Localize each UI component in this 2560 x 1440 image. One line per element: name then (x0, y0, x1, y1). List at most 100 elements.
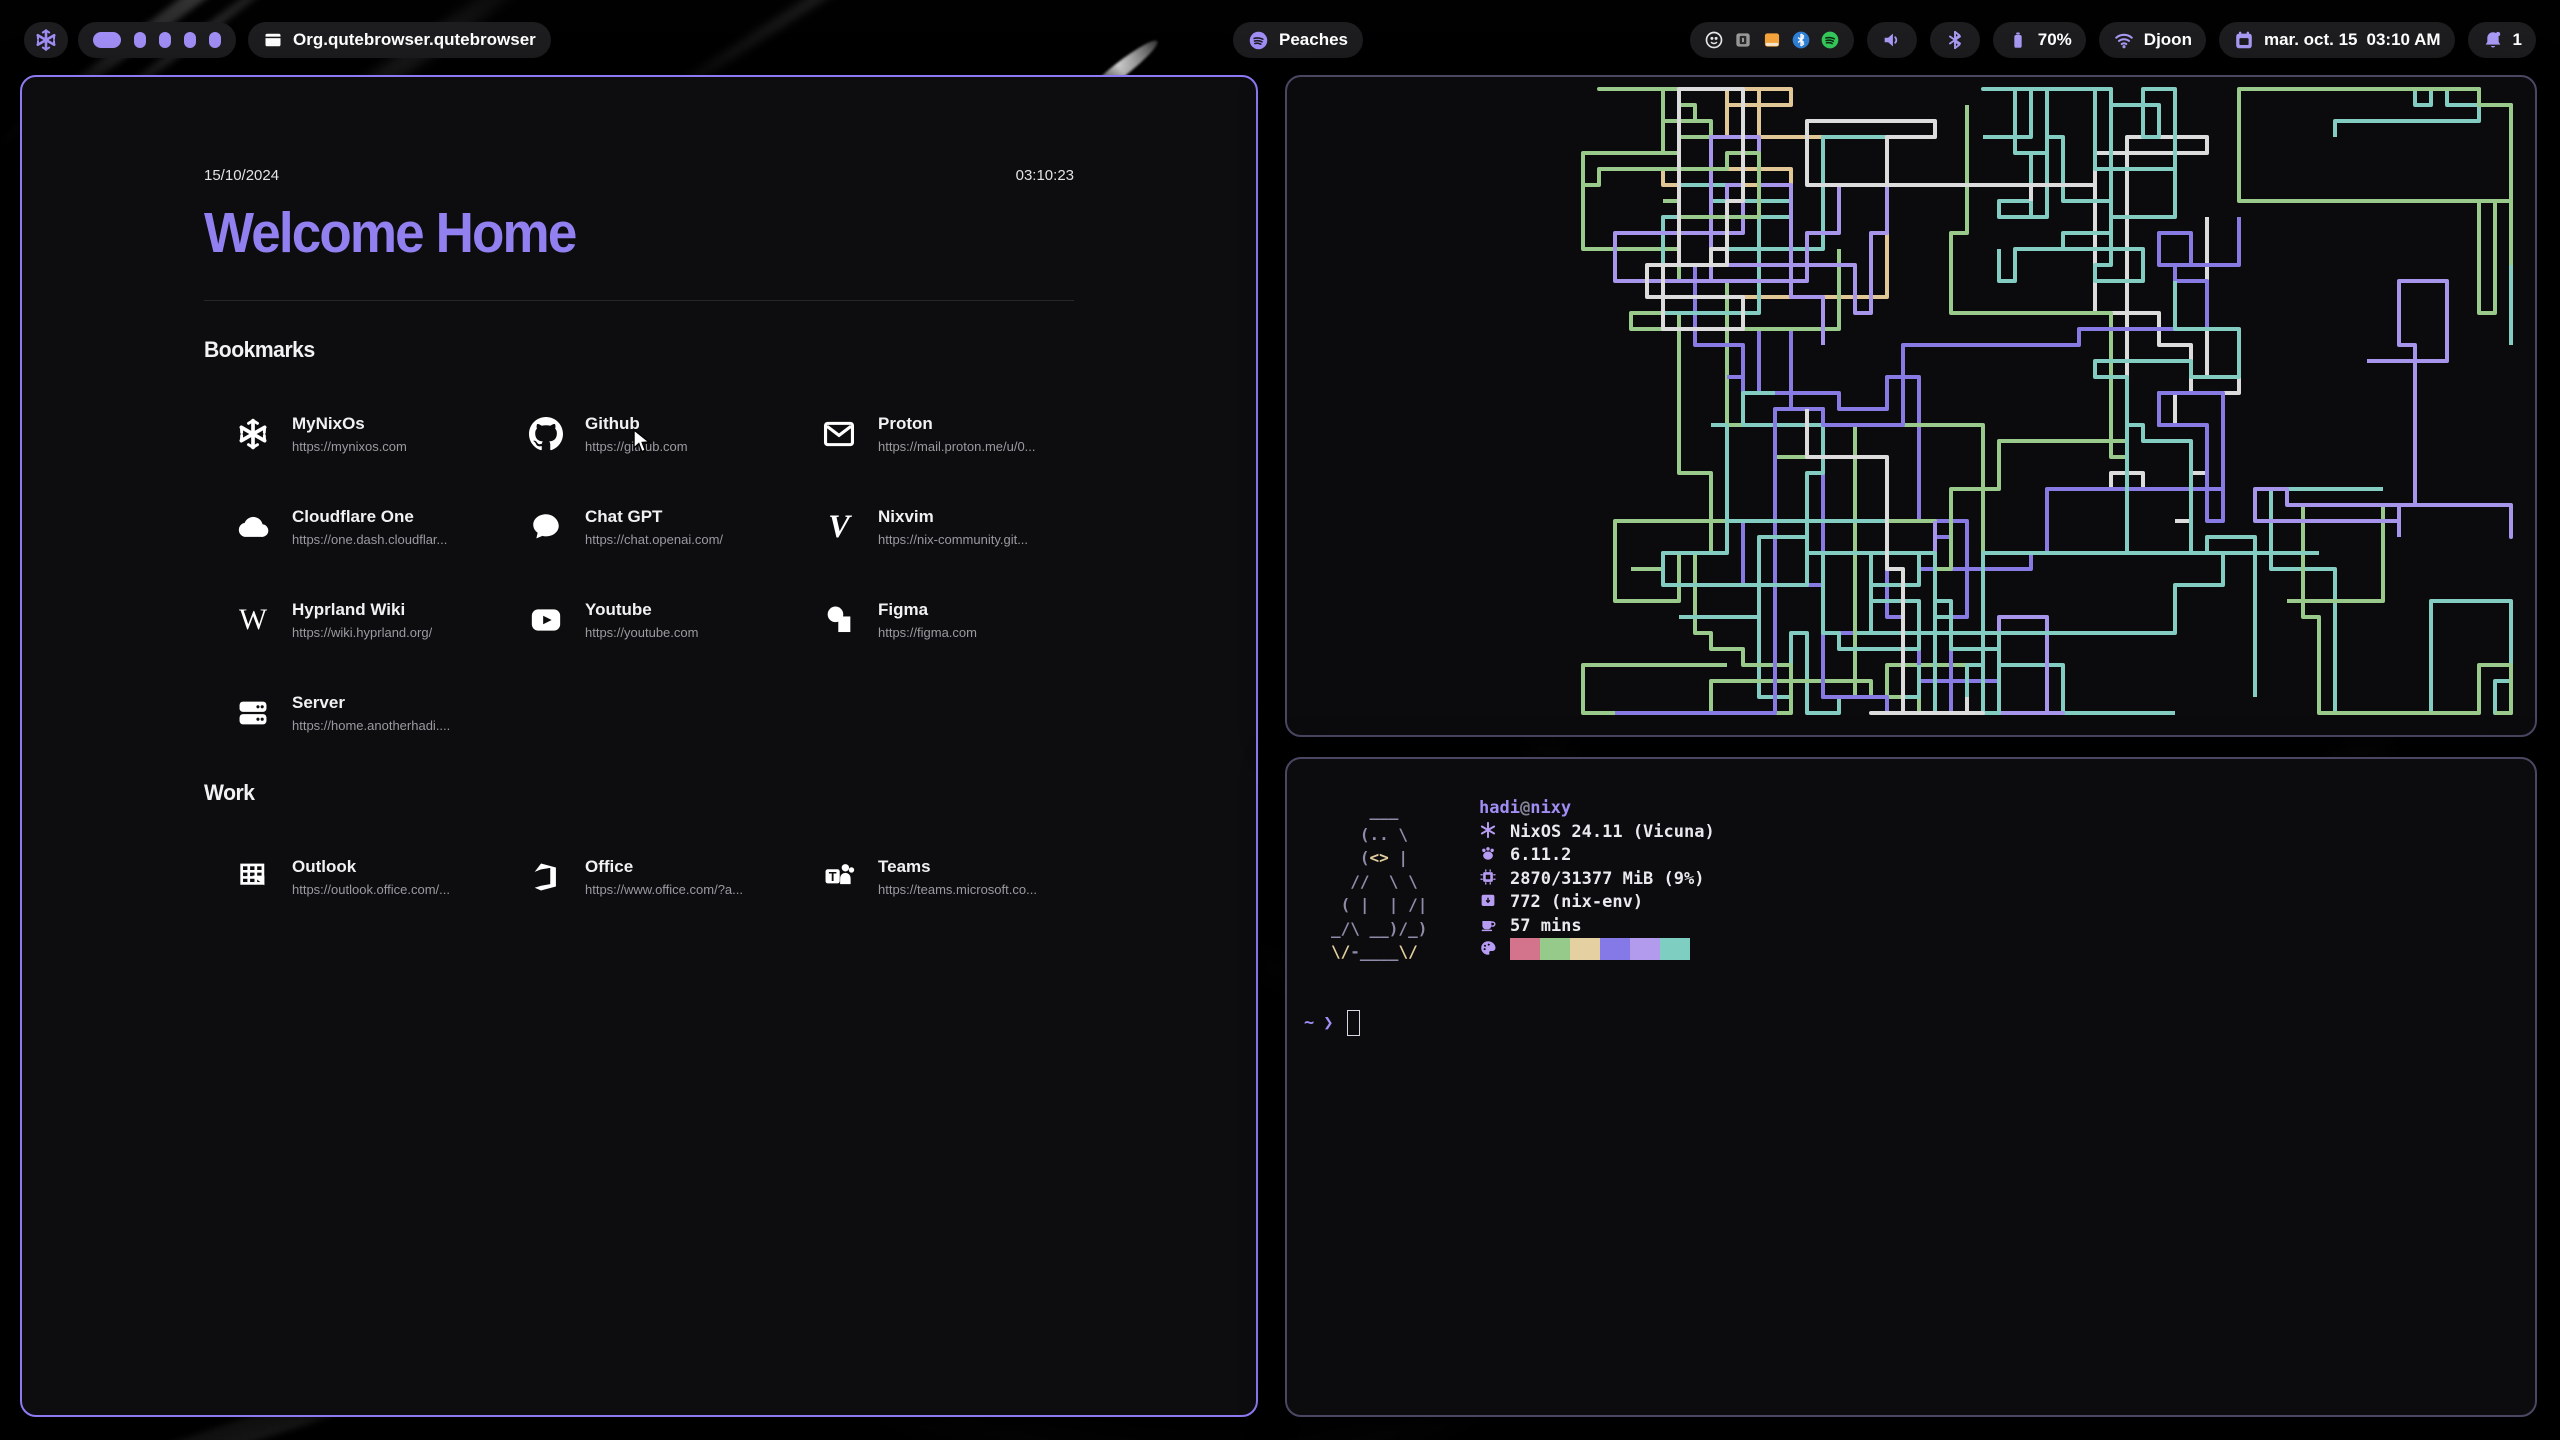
network-name: Djoon (2144, 30, 2192, 50)
workspace-dot-1[interactable] (93, 32, 121, 48)
bookmark-chat-gpt[interactable]: Chat GPThttps://chat.openai.com/ (527, 496, 820, 558)
nixos-icon (234, 415, 272, 453)
active-window-title: Org.qutebrowser.qutebrowser (293, 30, 536, 50)
system-tray[interactable] (1690, 22, 1854, 58)
workspace-indicator[interactable] (78, 22, 236, 58)
bookmark-url: https://nix-community.git... (878, 532, 1028, 547)
folder-tray-icon[interactable] (1762, 30, 1782, 50)
battery-percent: 70% (2038, 30, 2072, 50)
workspace-dot-5[interactable] (209, 32, 221, 48)
fastfetch-ascii-art: ___ (.. \ (<> | // \ \ ( | | /| _/\ __)/… (1331, 799, 1427, 964)
browser-window: 15/10/2024 03:10:23 Welcome Home Bookmar… (20, 75, 1258, 1417)
page-title: Welcome Home (204, 200, 1013, 266)
chip-icon (1479, 868, 1501, 886)
youtube-icon (527, 601, 565, 639)
terminal-cursor (1347, 1010, 1360, 1036)
palette-icon (1479, 939, 1501, 957)
fastfetch-value: 2870/31377 MiB (9%) (1510, 869, 1704, 889)
wikipedia-icon: W (234, 601, 272, 639)
spotify-tray-icon[interactable] (1820, 30, 1840, 50)
svg-text:T: T (829, 869, 837, 884)
workspace-dot-3[interactable] (159, 32, 171, 48)
teams-icon: T (820, 858, 858, 896)
bookmark-youtube[interactable]: Youtubehttps://youtube.com (527, 589, 820, 651)
bookmark-outlook[interactable]: Outlookhttps://outlook.office.com/... (234, 846, 527, 908)
speaker-icon (1881, 29, 1903, 51)
media-player-pill[interactable]: Peaches (1233, 22, 1363, 58)
bookmark-title: Outlook (292, 857, 450, 877)
clock-pill[interactable]: mar. oct. 15 03:10 AM (2219, 22, 2455, 58)
bookmark-proton[interactable]: Protonhttps://mail.proton.me/u/0... (820, 403, 1074, 465)
bluetooth-pill[interactable] (1930, 22, 1980, 58)
battery-pill[interactable]: 70% (1993, 22, 2086, 58)
cloud-icon (234, 508, 272, 546)
palette-swatch (1660, 938, 1690, 960)
bookmark-github[interactable]: Githubhttps://github.com (527, 403, 820, 465)
palette-swatch (1510, 938, 1540, 960)
pipes-screensaver-window (1285, 75, 2537, 737)
bookmark-url: https://youtube.com (585, 625, 698, 640)
volume-pill[interactable] (1867, 22, 1917, 58)
palette-swatch (1540, 938, 1570, 960)
bookmark-url: https://www.office.com/?a... (585, 882, 743, 897)
terminal-user: hadi (1479, 798, 1520, 818)
svg-text:W: W (239, 603, 268, 636)
bookmark-cloudflare-one[interactable]: Cloudflare Onehttps://one.dash.cloudflar… (234, 496, 527, 558)
obs-icon[interactable] (1704, 30, 1724, 50)
cup-icon (1479, 915, 1501, 933)
terminal-window[interactable]: ___ (.. \ (<> | // \ \ ( | | /| _/\ __)/… (1285, 757, 2537, 1417)
launcher-button[interactable] (24, 22, 68, 58)
clock-time: 03:10 AM (2367, 30, 2441, 50)
section-heading-bookmarks: Bookmarks (204, 337, 1039, 363)
workspace-dot-4[interactable] (184, 32, 196, 48)
bookmark-teams[interactable]: T Teams https://teams.microsoft.co... (820, 846, 1074, 908)
active-window-pill[interactable]: Org.qutebrowser.qutebrowser (248, 22, 551, 58)
wifi-icon (2113, 29, 2135, 51)
status-cluster: 70% Djoon mar. oct. 15 03:10 AM 1 (1690, 22, 2536, 58)
bookmark-title: MyNixOs (292, 414, 407, 434)
bookmark-nixvim[interactable]: VNixvimhttps://nix-community.git... (820, 496, 1074, 558)
notification-count: 1 (2513, 30, 2522, 50)
calendar-icon (2233, 29, 2255, 51)
notifications-pill[interactable]: 1 (2468, 22, 2536, 58)
shell-prompt[interactable]: ~ ❯ (1304, 1010, 1360, 1036)
network-pill[interactable]: Djoon (2099, 22, 2206, 58)
bookmark-server[interactable]: Serverhttps://home.anotherhadi.... (234, 682, 527, 744)
fastfetch-value: 57 mins (1510, 916, 1582, 936)
fastfetch-value: NixOS 24.11 (Vicuna) (1510, 822, 1715, 842)
palette-swatch (1570, 938, 1600, 960)
bookmark-mynixos[interactable]: MyNixOshttps://mynixos.com (234, 403, 527, 465)
bookmark-hyprland-wiki[interactable]: WHyprland Wikihttps://wiki.hyprland.org/ (234, 589, 527, 651)
workspace-dot-2[interactable] (134, 32, 146, 48)
fastfetch-value: 772 (nix-env) (1510, 892, 1643, 912)
chat-icon (527, 508, 565, 546)
mail-icon (820, 415, 858, 453)
bookmark-office[interactable]: Office https://www.office.com/?a... (527, 846, 820, 908)
keepass-icon[interactable] (1733, 30, 1753, 50)
bluetooth-icon (1944, 29, 1966, 51)
bookmark-title: Office (585, 857, 743, 877)
bookmark-figma[interactable]: Figmahttps://figma.com (820, 589, 1074, 651)
media-track-label: Peaches (1279, 30, 1348, 50)
package-icon (1479, 891, 1501, 909)
office-icon (527, 858, 565, 896)
palette-swatch (1630, 938, 1660, 960)
fastfetch-value: 6.11.2 (1510, 845, 1571, 865)
bookmark-title: Cloudflare One (292, 507, 447, 527)
battery-icon (2007, 29, 2029, 51)
snowflake-icon (1479, 821, 1501, 839)
bluetooth-tray-icon[interactable] (1791, 30, 1811, 50)
fastfetch-info: hadi@nixy NixOS 24.11 (Vicuna) 6.11.2 28… (1479, 797, 1715, 963)
bookmark-url: https://github.com (585, 439, 688, 454)
bookmark-title: Teams (878, 857, 1037, 877)
terminal-host: nixy (1530, 798, 1571, 818)
bookmark-url: https://home.anotherhadi.... (292, 718, 450, 733)
bookmark-title: Figma (878, 600, 977, 620)
bell-icon (2482, 29, 2504, 51)
divider (204, 300, 1074, 301)
bookmark-grid: Outlookhttps://outlook.office.com/...Off… (204, 846, 1074, 908)
bookmark-url: https://chat.openai.com/ (585, 532, 723, 547)
bookmark-url: https://teams.microsoft.co... (878, 882, 1037, 897)
clock-date: mar. oct. 15 (2264, 30, 2358, 50)
bookmark-url: https://wiki.hyprland.org/ (292, 625, 432, 640)
